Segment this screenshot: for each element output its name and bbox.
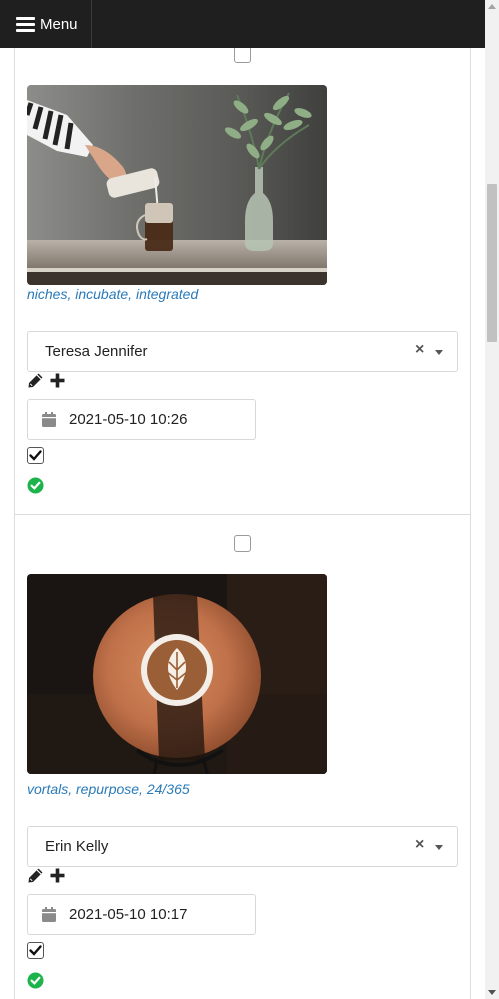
caret-down-icon[interactable]	[435, 845, 443, 850]
pencil-icon[interactable]	[27, 372, 44, 389]
scroll-up-arrow-icon[interactable]	[488, 4, 496, 9]
clear-icon[interactable]: ×	[415, 341, 424, 359]
photo-latte-stool-image	[27, 574, 327, 774]
datetime-value: 2021-05-10 10:26	[69, 411, 188, 428]
photo-milk-pour-image	[27, 85, 327, 285]
edit-add-actions	[27, 867, 87, 885]
datetime-value: 2021-05-10 10:17	[69, 906, 188, 923]
datetime-field[interactable]: 2021-05-10 10:17	[27, 894, 256, 935]
clear-icon[interactable]: ×	[415, 836, 424, 854]
datetime-field[interactable]: 2021-05-10 10:26	[27, 399, 256, 440]
photo-tags-link[interactable]: niches, incubate, integrated	[27, 286, 198, 302]
checkmark-icon	[29, 450, 42, 461]
plus-icon[interactable]	[50, 372, 65, 389]
assignee-dropdown[interactable]: Teresa Jennifer ×	[27, 331, 458, 372]
photo-card: vortals, repurpose, 24/365 Erin Kelly ×	[15, 514, 470, 999]
done-checkbox[interactable]	[27, 942, 44, 959]
plus-icon[interactable]	[50, 867, 65, 884]
select-card-checkbox[interactable]	[234, 535, 251, 552]
photo-tags-link[interactable]: vortals, repurpose, 24/365	[27, 781, 190, 797]
calendar-icon	[42, 907, 56, 922]
scroll-thumb[interactable]	[487, 184, 497, 342]
edit-add-actions	[27, 372, 87, 390]
top-navbar: Menu	[0, 0, 485, 48]
calendar-icon	[42, 412, 56, 427]
photo-card: niches, incubate, integrated Teresa Jenn…	[15, 0, 470, 514]
menu-button[interactable]: Menu	[0, 0, 92, 48]
scroll-down-arrow-icon[interactable]	[488, 990, 496, 995]
assignee-dropdown[interactable]: Erin Kelly ×	[27, 826, 458, 867]
photo-milk-pour[interactable]	[27, 85, 327, 285]
assignee-value: Teresa Jennifer	[45, 343, 148, 360]
assignee-value: Erin Kelly	[45, 838, 109, 855]
check-circle-icon	[27, 972, 44, 989]
page-scrollbar[interactable]	[485, 0, 499, 999]
checkmark-icon	[29, 945, 42, 956]
menu-label: Menu	[40, 15, 78, 33]
check-circle-icon	[27, 477, 44, 494]
photo-latte-stool[interactable]	[27, 574, 327, 774]
photo-list: niches, incubate, integrated Teresa Jenn…	[14, 0, 471, 999]
select-card-checkbox[interactable]	[234, 46, 251, 63]
pencil-icon[interactable]	[27, 867, 44, 884]
caret-down-icon[interactable]	[435, 350, 443, 355]
done-checkbox[interactable]	[27, 447, 44, 464]
hamburger-icon	[16, 16, 35, 32]
